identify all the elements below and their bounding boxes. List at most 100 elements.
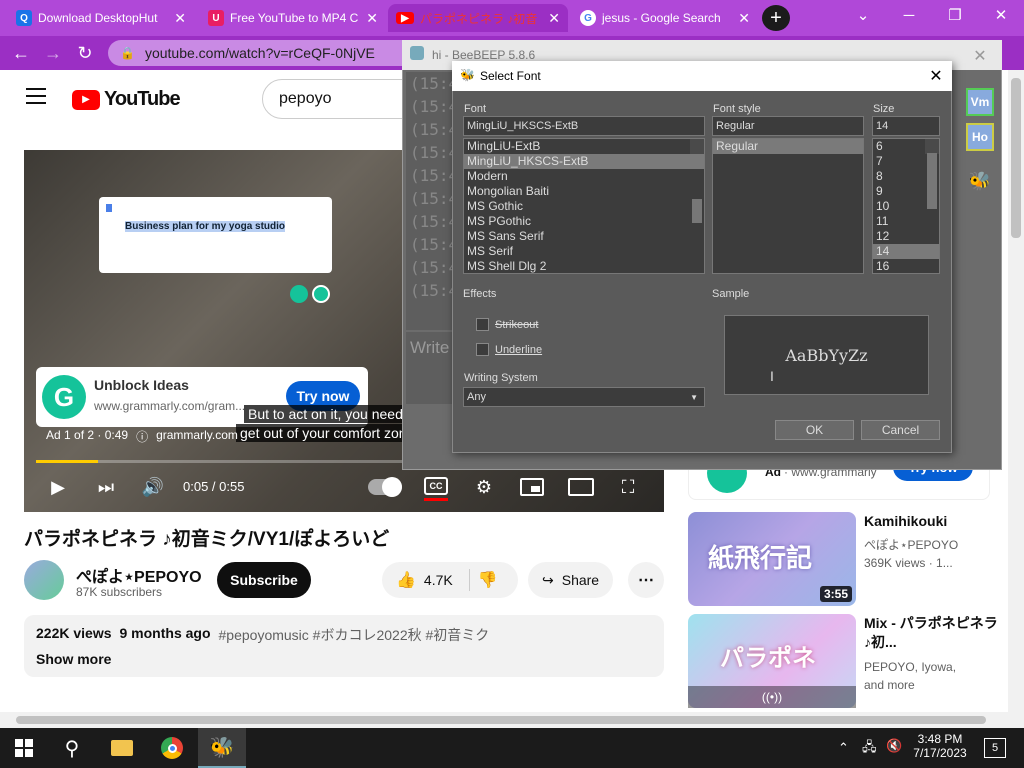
description-box[interactable]: 222K views 9 months ago #pepoyomusic #ボカ…	[24, 615, 664, 677]
settings-icon[interactable]: ⚙	[470, 473, 498, 501]
font-list-item[interactable]: Mongolian Baiti	[464, 184, 704, 199]
search-icon[interactable]: ⚲	[48, 728, 96, 768]
page-horizontal-scrollbar[interactable]	[0, 712, 1024, 728]
size-list-scrollbar[interactable]	[925, 139, 939, 209]
clock-time: 3:48 PM	[917, 732, 963, 746]
dialog-titlebar[interactable]: Select Font	[452, 61, 952, 91]
font-name-input[interactable]: MingLiU_HKSCS-ExtB	[463, 116, 705, 136]
font-style-item-selected[interactable]: Regular	[713, 139, 863, 154]
recommendation-item[interactable]: パラポネ ((•)) Mix - パラポネピネラ ♪初... PEPOYO, I…	[688, 614, 1004, 710]
info-icon[interactable]: ⓘ	[136, 428, 148, 445]
more-actions-icon[interactable]: ⋯	[628, 562, 664, 598]
recommendation-item[interactable]: 紙飛行記 3:55 Kamihikouki ぺぽよ⋆PEPOYO 369K vi…	[688, 512, 1004, 608]
minimize-button[interactable]: ─	[886, 0, 932, 30]
beebeep-close-icon[interactable]: ✕	[966, 44, 994, 68]
channel-name[interactable]: ぺぽよ⋆PEPOYO	[76, 563, 202, 587]
restore-button[interactable]: ❐	[932, 0, 978, 30]
font-list-item[interactable]: Modern	[464, 169, 704, 184]
message-input[interactable]: Write	[406, 332, 452, 404]
font-list-item[interactable]: MingLiU-ExtB	[464, 139, 704, 154]
video-thumbnail[interactable]: 紙飛行記 3:55	[688, 512, 856, 606]
theater-mode-icon[interactable]	[568, 478, 594, 496]
doc-icon	[106, 204, 112, 212]
tab-converter[interactable]: U Free YouTube to MP4 C ✕	[200, 4, 386, 32]
video-title[interactable]: Kamihikouki	[864, 512, 947, 531]
beebeep-taskbar-icon[interactable]: 🐝	[198, 728, 246, 768]
close-icon[interactable]: ✕	[738, 10, 750, 27]
forward-button[interactable]: →	[40, 40, 66, 66]
volume-muted-icon[interactable]: 🔇	[886, 738, 902, 754]
dislike-icon[interactable]: 👎	[478, 570, 498, 590]
font-list-item[interactable]: MS Gothic	[464, 199, 704, 214]
close-icon[interactable]: ✕	[366, 10, 378, 27]
tab-desktophut[interactable]: Q Download DesktopHut ✕	[8, 4, 194, 32]
search-input[interactable]: pepoyo	[262, 79, 422, 119]
like-icon[interactable]: 👍	[396, 570, 416, 590]
new-tab-button[interactable]: +	[762, 5, 790, 31]
play-icon[interactable]: ▶	[44, 473, 72, 501]
ok-button[interactable]: OK	[775, 420, 854, 440]
back-button[interactable]: ←	[8, 40, 34, 66]
font-list-item[interactable]: MS PGothic	[464, 214, 704, 229]
next-icon[interactable]: ⏭	[92, 473, 120, 501]
size-list-item-selected[interactable]: 14	[873, 244, 939, 259]
like-count[interactable]: 4.7K	[424, 572, 453, 588]
close-window-button[interactable]: ✕	[978, 0, 1024, 30]
font-list-item-selected[interactable]: MingLiU_HKSCS-ExtB	[464, 154, 704, 169]
hashtags[interactable]: #pepoyomusic #ボカコレ2022秋 #初音ミク	[219, 625, 490, 645]
reload-button[interactable]: ↻	[72, 40, 98, 66]
chrome-icon[interactable]	[148, 728, 196, 768]
cancel-button[interactable]: Cancel	[861, 420, 940, 440]
tab-google-search[interactable]: G jesus - Google Search ✕	[572, 4, 758, 32]
font-list-item[interactable]: MS Sans Serif	[464, 229, 704, 244]
windows-start-icon[interactable]	[0, 728, 48, 768]
captions-icon[interactable]: CC	[424, 477, 448, 495]
channel-name[interactable]: PEPOYO, Iyowa,	[864, 658, 956, 676]
page-vertical-scrollbar[interactable]	[1008, 70, 1024, 712]
clock[interactable]: 3:48 PM 7/17/2023	[910, 732, 970, 760]
writing-system-select[interactable]: Any ▼	[463, 387, 705, 407]
menu-icon[interactable]	[26, 88, 46, 104]
font-list[interactable]: MingLiU-ExtB MingLiU_HKSCS-ExtB Modern M…	[463, 138, 705, 274]
size-list-item[interactable]: 16	[873, 259, 939, 273]
font-list-item[interactable]: MS Serif	[464, 244, 704, 259]
network-icon[interactable]: 🖧	[862, 738, 877, 760]
font-list-scrollbar[interactable]	[690, 139, 704, 223]
size-input[interactable]: 14	[872, 116, 940, 136]
dialog-close-icon[interactable]: ✕	[924, 64, 948, 88]
font-style-list[interactable]: Regular	[712, 138, 864, 274]
show-more-link[interactable]: Show more	[36, 651, 652, 667]
miniplayer-icon[interactable]	[520, 478, 544, 496]
chevron-up-icon[interactable]: ⌃	[838, 740, 849, 756]
user-badge-ho[interactable]: Ho	[966, 123, 994, 151]
checkbox-box[interactable]	[476, 318, 489, 331]
video-title[interactable]: Mix - パラポネピネラ ♪初...	[864, 614, 1004, 652]
size-list-item[interactable]: 12	[873, 229, 939, 244]
share-button[interactable]: ↪ Share	[528, 562, 614, 598]
strikeout-checkbox[interactable]: Strikeout	[476, 318, 538, 331]
size-list[interactable]: 6 7 8 9 10 11 12 14 16	[872, 138, 940, 274]
tab-youtube-video[interactable]: ▶ パラポネピネラ ♪初音 ✕	[388, 4, 568, 32]
file-explorer-icon[interactable]	[98, 728, 146, 768]
user-badge-vm[interactable]: Vm	[966, 88, 994, 116]
channel-avatar[interactable]	[24, 560, 64, 600]
beebeep-users-icon[interactable]: 🐝	[966, 168, 994, 194]
font-list-item[interactable]: MS Shell Dlg 2	[464, 259, 704, 273]
notification-icon[interactable]: 5	[984, 738, 1006, 758]
underline-checkbox[interactable]: Underline	[476, 343, 542, 356]
autoplay-toggle[interactable]	[368, 477, 402, 497]
font-style-input[interactable]: Regular	[712, 116, 864, 136]
ad-domain[interactable]: grammarly.com	[156, 428, 238, 445]
close-icon[interactable]: ✕	[174, 10, 186, 27]
checkbox-box[interactable]	[476, 343, 489, 356]
fullscreen-icon[interactable]: ⛶	[614, 473, 642, 501]
video-thumbnail[interactable]: パラポネ ((•))	[688, 614, 856, 708]
tab-search-icon[interactable]: ⌄	[840, 0, 886, 30]
subscribe-button[interactable]: Subscribe	[217, 562, 311, 598]
bulb-icon	[290, 285, 308, 303]
youtube-logo[interactable]: ▶ YouTube	[72, 88, 181, 111]
channel-name[interactable]: ぺぽよ⋆PEPOYO	[864, 536, 958, 554]
volume-icon[interactable]: 🔊	[139, 473, 167, 501]
close-icon[interactable]: ✕	[548, 10, 560, 27]
size-list-item[interactable]: 11	[873, 214, 939, 229]
